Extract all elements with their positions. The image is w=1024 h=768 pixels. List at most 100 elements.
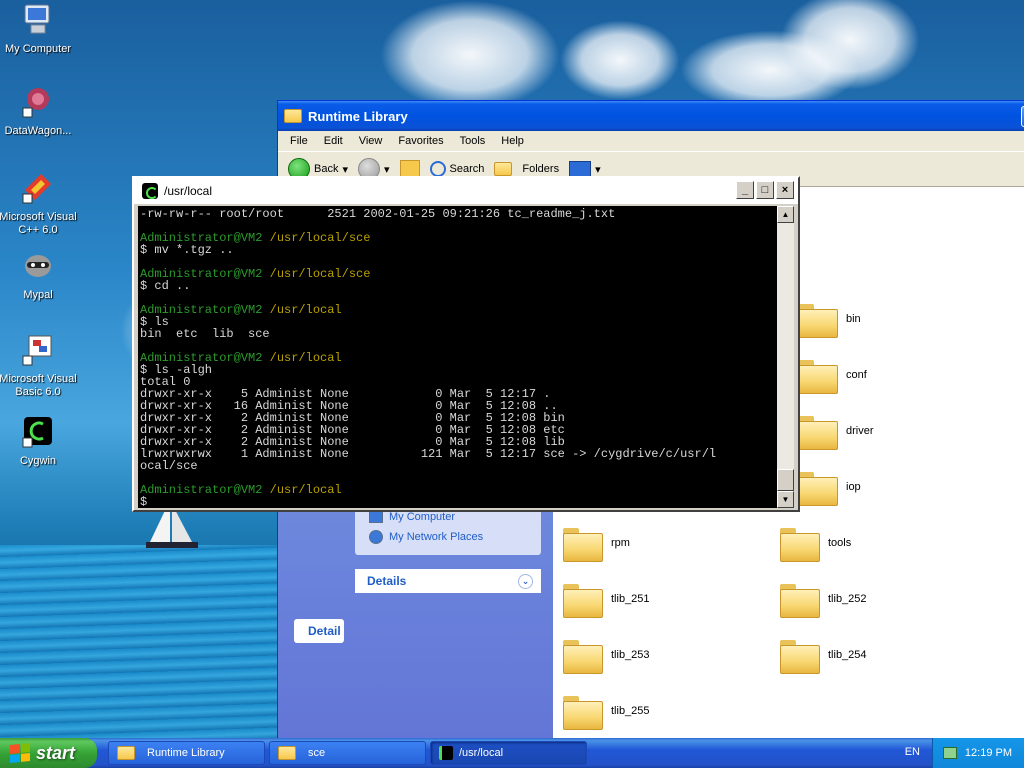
menu-help[interactable]: Help [493,135,532,147]
folder-item-conf[interactable]: conf [798,358,867,394]
terminal-scrollbar[interactable]: ▲ ▼ [777,206,794,508]
search-icon [429,161,446,177]
folder-item-bin[interactable]: bin [798,302,861,338]
folder-item-driver[interactable]: driver [798,414,874,450]
terminal-line: Administrator@VM2 /usr/local [140,352,778,364]
desktop-icon-label: Mypal [23,289,53,301]
menu-file[interactable]: File [282,135,316,147]
folder-item-tlib-251[interactable]: tlib_251 [563,582,650,618]
folders-button[interactable]: Folders [494,162,559,176]
folder-label: conf [846,369,867,381]
folder-icon [563,526,603,562]
folder-icon [563,582,603,618]
terminal-title-bar[interactable]: /usr/local _ □ × [134,178,798,204]
prompt-path: /usr/local [262,303,342,317]
menu-edit[interactable]: Edit [316,135,351,147]
desktop-icon-label: My Computer [4,43,72,55]
desktop-icon-label: Cygwin [19,455,57,467]
visual-cpp-icon [22,174,51,204]
folders-icon [494,162,513,176]
language-indicator[interactable]: EN [905,746,920,758]
explorer-menubar: File Edit View Favorites Tools Help [278,131,1024,151]
minimize-button[interactable]: _ [736,181,754,199]
details-header[interactable]: Details ⌄ [355,569,541,593]
folder-label: tlib_255 [611,705,650,717]
folder-icon [798,358,838,394]
folder-icon [563,638,603,674]
clock[interactable]: 12:19 PM [965,747,1012,759]
terminal-line: bin etc lib sce [140,327,270,341]
close-button[interactable]: × [776,181,794,199]
back-label: Back [314,163,339,175]
views-button[interactable]: ▾ [569,161,601,177]
taskbar-button-sce[interactable]: sce [269,741,426,765]
chevron-down-icon[interactable]: ▾ [384,163,390,176]
folder-icon [563,694,603,730]
taskbar-button-usr-local[interactable]: /usr/local [430,741,587,765]
desktop-icon-mypal[interactable]: Mypal [0,248,80,302]
explorer-title-bar[interactable]: Runtime Library [278,101,1024,131]
place-label: My Computer [389,511,456,523]
menu-tools[interactable]: Tools [452,135,494,147]
folder-item-tools[interactable]: tools [780,526,852,562]
prompt-user: Administrator@VM2 [140,483,263,497]
taskbar: start Runtime Library sce /usr/local EN … [0,738,1024,768]
taskbar-button-runtime-library[interactable]: Runtime Library [108,741,265,765]
task-label: sce [308,747,326,759]
desktop-icon-visual-basic[interactable]: Microsoft Visual Basic 6.0 [0,332,80,399]
menu-view[interactable]: View [351,135,391,147]
folder-label: bin [846,313,861,325]
terminal-line: $ [140,495,148,508]
folder-item-iop[interactable]: iop [798,470,861,506]
chevron-down-icon[interactable]: ▾ [342,163,348,176]
cygwin-terminal-window[interactable]: /usr/local _ □ × -rw-rw-r-- root/root 25… [132,176,800,512]
network-tray-icon[interactable] [942,747,957,759]
folder-icon [780,582,820,618]
scroll-down-button[interactable]: ▼ [777,491,794,508]
explorer-title: Runtime Library [308,108,408,124]
my-computer-icon [369,511,383,523]
folder-item-tlib-255[interactable]: tlib_255 [563,694,650,730]
prompt-path: /usr/local [262,351,342,365]
folder-label: tools [828,537,852,549]
cygwin-icon [22,417,52,448]
terminal-line: $ mv *.tgz .. [140,243,234,257]
folder-item-tlib-254[interactable]: tlib_254 [780,638,867,674]
chevron-down-icon[interactable]: ▾ [595,163,601,176]
scroll-thumb[interactable] [777,469,794,491]
terminal-title: /usr/local [164,184,213,198]
details-box[interactable]: Details ⌄ [355,569,541,593]
system-tray: 12:19 PM [932,738,1024,768]
scroll-up-button[interactable]: ▲ [777,206,794,223]
desktop-icon-label: DataWagon... [4,125,72,137]
desktop-icon-my-computer[interactable]: My Computer [0,2,80,56]
views-icon [569,161,592,177]
details-tab-peek[interactable]: Detail [294,619,344,643]
folder-icon [798,414,838,450]
start-label: start [36,742,76,763]
menu-favorites[interactable]: Favorites [390,135,451,147]
desktop-icon-visual-cpp[interactable]: Microsoft Visual C++ 6.0 [0,170,80,237]
start-button[interactable]: start [0,738,97,768]
folder-item-tlib-252[interactable]: tlib_252 [780,582,867,618]
desktop-icon-datawagon[interactable]: DataWagon... [0,84,80,138]
folders-label: Folders [522,163,560,175]
search-button[interactable]: Search [429,161,484,177]
prompt-path: /usr/local/sce [262,231,371,245]
folder-item-tlib-253[interactable]: tlib_253 [563,638,650,674]
other-places-box: My Computer My Network Places [355,507,541,555]
desktop-icon-cygwin[interactable]: Cygwin [0,414,80,468]
folder-item-rpm[interactable]: rpm [563,526,630,562]
place-my-network-places[interactable]: My Network Places [355,527,541,547]
folder-label: tlib_252 [828,593,867,605]
my-computer-icon [24,4,50,34]
prompt-path: /usr/local/sce [262,267,371,281]
terminal-output[interactable]: -rw-rw-r-- root/root 2521 2002-01-25 09:… [138,206,778,508]
terminal-line: ocal/sce [140,459,198,473]
chevron-down-icon[interactable]: ⌄ [518,573,533,589]
folder-icon [117,746,135,760]
maximize-button[interactable]: □ [756,181,774,199]
folder-icon [278,746,296,760]
desktop-icon-label: Microsoft Visual C++ 6.0 [0,211,77,236]
terminal-line: $ ls -algh [140,363,213,377]
